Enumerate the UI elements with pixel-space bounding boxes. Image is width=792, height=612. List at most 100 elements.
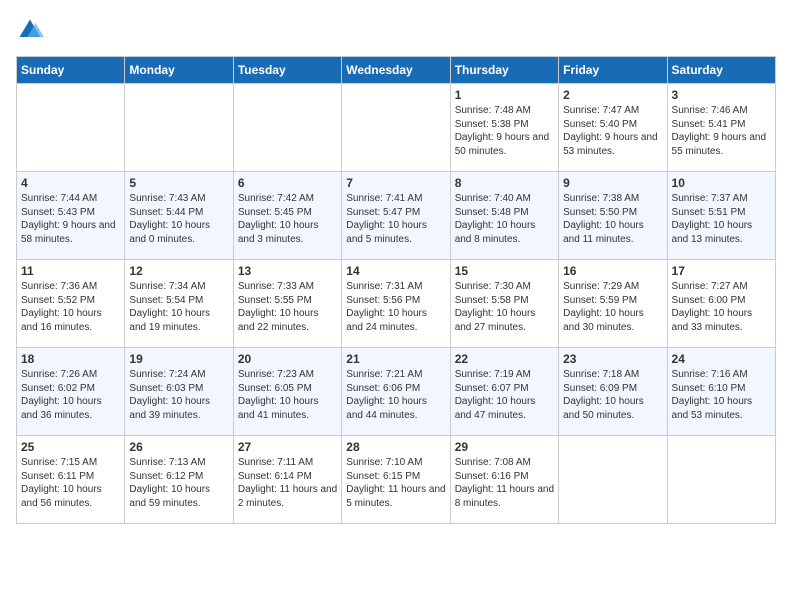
day-header: Tuesday — [233, 57, 341, 84]
calendar-week-row: 18 Sunrise: 7:26 AM Sunset: 6:02 PM Dayli… — [17, 348, 776, 436]
day-info: Sunrise: 7:23 AM Sunset: 6:05 PM Dayligh… — [238, 368, 337, 422]
day-info: Sunrise: 7:24 AM Sunset: 6:03 PM Dayligh… — [129, 368, 228, 422]
calendar-cell: 16 Sunrise: 7:29 AM Sunset: 5:59 PM Dayli… — [559, 260, 667, 348]
day-info: Sunrise: 7:48 AM Sunset: 5:38 PM Dayligh… — [455, 104, 554, 158]
day-number: 27 — [238, 440, 337, 454]
day-info: Sunrise: 7:43 AM Sunset: 5:44 PM Dayligh… — [129, 192, 228, 246]
day-number: 18 — [21, 352, 120, 366]
day-info: Sunrise: 7:36 AM Sunset: 5:52 PM Dayligh… — [21, 280, 120, 334]
calendar-cell: 20 Sunrise: 7:23 AM Sunset: 6:05 PM Dayli… — [233, 348, 341, 436]
day-number: 12 — [129, 264, 228, 278]
day-number: 16 — [563, 264, 662, 278]
calendar-cell: 10 Sunrise: 7:37 AM Sunset: 5:51 PM Dayli… — [667, 172, 775, 260]
calendar-cell — [667, 436, 775, 524]
calendar-cell — [17, 84, 125, 172]
day-number: 17 — [672, 264, 771, 278]
calendar-cell: 11 Sunrise: 7:36 AM Sunset: 5:52 PM Dayli… — [17, 260, 125, 348]
day-header: Wednesday — [342, 57, 450, 84]
day-number: 28 — [346, 440, 445, 454]
day-info: Sunrise: 7:37 AM Sunset: 5:51 PM Dayligh… — [672, 192, 771, 246]
day-number: 8 — [455, 176, 554, 190]
calendar-cell: 9Sunrise: 7:38 AM Sunset: 5:50 PM Daylig… — [559, 172, 667, 260]
day-info: Sunrise: 7:26 AM Sunset: 6:02 PM Dayligh… — [21, 368, 120, 422]
calendar-cell — [233, 84, 341, 172]
day-header: Saturday — [667, 57, 775, 84]
calendar-cell: 12 Sunrise: 7:34 AM Sunset: 5:54 PM Dayli… — [125, 260, 233, 348]
day-number: 14 — [346, 264, 445, 278]
calendar-cell: 13 Sunrise: 7:33 AM Sunset: 5:55 PM Dayli… — [233, 260, 341, 348]
calendar-cell: 23 Sunrise: 7:18 AM Sunset: 6:09 PM Dayli… — [559, 348, 667, 436]
day-info: Sunrise: 7:46 AM Sunset: 5:41 PM Dayligh… — [672, 104, 771, 158]
calendar-cell: 28 Sunrise: 7:10 AM Sunset: 6:15 PM Dayli… — [342, 436, 450, 524]
day-info: Sunrise: 7:16 AM Sunset: 6:10 PM Dayligh… — [672, 368, 771, 422]
calendar-week-row: 11 Sunrise: 7:36 AM Sunset: 5:52 PM Dayli… — [17, 260, 776, 348]
calendar-cell: 4 Sunrise: 7:44 AM Sunset: 5:43 PM Daylig… — [17, 172, 125, 260]
day-number: 10 — [672, 176, 771, 190]
day-info: Sunrise: 7:10 AM Sunset: 6:15 PM Dayligh… — [346, 456, 445, 510]
calendar-body: 1 Sunrise: 7:48 AM Sunset: 5:38 PM Daylig… — [17, 84, 776, 524]
day-info: Sunrise: 7:41 AM Sunset: 5:47 PM Dayligh… — [346, 192, 445, 246]
calendar-cell — [342, 84, 450, 172]
logo-icon — [16, 16, 44, 44]
day-info: Sunrise: 7:13 AM Sunset: 6:12 PM Dayligh… — [129, 456, 228, 510]
day-number: 6 — [238, 176, 337, 190]
day-info: Sunrise: 7:19 AM Sunset: 6:07 PM Dayligh… — [455, 368, 554, 422]
day-number: 20 — [238, 352, 337, 366]
day-number: 22 — [455, 352, 554, 366]
day-info: Sunrise: 7:34 AM Sunset: 5:54 PM Dayligh… — [129, 280, 228, 334]
day-info: Sunrise: 7:42 AM Sunset: 5:45 PM Dayligh… — [238, 192, 337, 246]
day-header: Thursday — [450, 57, 558, 84]
calendar-cell: 15 Sunrise: 7:30 AM Sunset: 5:58 PM Dayli… — [450, 260, 558, 348]
calendar-cell: 18 Sunrise: 7:26 AM Sunset: 6:02 PM Dayli… — [17, 348, 125, 436]
day-info: Sunrise: 7:40 AM Sunset: 5:48 PM Dayligh… — [455, 192, 554, 246]
calendar-week-row: 4 Sunrise: 7:44 AM Sunset: 5:43 PM Daylig… — [17, 172, 776, 260]
day-number: 13 — [238, 264, 337, 278]
calendar-cell: 24 Sunrise: 7:16 AM Sunset: 6:10 PM Dayli… — [667, 348, 775, 436]
day-info: Sunrise: 7:47 AM Sunset: 5:40 PM Dayligh… — [563, 104, 662, 158]
day-info: Sunrise: 7:30 AM Sunset: 5:58 PM Dayligh… — [455, 280, 554, 334]
calendar-cell: 22 Sunrise: 7:19 AM Sunset: 6:07 PM Dayli… — [450, 348, 558, 436]
day-header: Monday — [125, 57, 233, 84]
calendar-cell: 26 Sunrise: 7:13 AM Sunset: 6:12 PM Dayli… — [125, 436, 233, 524]
day-info: Sunrise: 7:08 AM Sunset: 6:16 PM Dayligh… — [455, 456, 554, 510]
day-info: Sunrise: 7:33 AM Sunset: 5:55 PM Dayligh… — [238, 280, 337, 334]
calendar-cell: 6 Sunrise: 7:42 AM Sunset: 5:45 PM Daylig… — [233, 172, 341, 260]
calendar-cell: 3Sunrise: 7:46 AM Sunset: 5:41 PM Daylig… — [667, 84, 775, 172]
calendar-cell: 21 Sunrise: 7:21 AM Sunset: 6:06 PM Dayli… — [342, 348, 450, 436]
day-info: Sunrise: 7:21 AM Sunset: 6:06 PM Dayligh… — [346, 368, 445, 422]
calendar-cell: 29Sunrise: 7:08 AM Sunset: 6:16 PM Dayli… — [450, 436, 558, 524]
day-number: 4 — [21, 176, 120, 190]
day-number: 24 — [672, 352, 771, 366]
calendar-cell: 25 Sunrise: 7:15 AM Sunset: 6:11 PM Dayli… — [17, 436, 125, 524]
calendar-cell: 19Sunrise: 7:24 AM Sunset: 6:03 PM Dayli… — [125, 348, 233, 436]
day-info: Sunrise: 7:15 AM Sunset: 6:11 PM Dayligh… — [21, 456, 120, 510]
day-info: Sunrise: 7:31 AM Sunset: 5:56 PM Dayligh… — [346, 280, 445, 334]
calendar-cell: 8 Sunrise: 7:40 AM Sunset: 5:48 PM Daylig… — [450, 172, 558, 260]
day-number: 15 — [455, 264, 554, 278]
calendar-week-row: 25 Sunrise: 7:15 AM Sunset: 6:11 PM Dayli… — [17, 436, 776, 524]
day-number: 5 — [129, 176, 228, 190]
calendar-cell: 5 Sunrise: 7:43 AM Sunset: 5:44 PM Daylig… — [125, 172, 233, 260]
logo — [16, 16, 48, 44]
day-info: Sunrise: 7:38 AM Sunset: 5:50 PM Dayligh… — [563, 192, 662, 246]
calendar-cell: 27 Sunrise: 7:11 AM Sunset: 6:14 PM Dayli… — [233, 436, 341, 524]
calendar-cell: 7Sunrise: 7:41 AM Sunset: 5:47 PM Daylig… — [342, 172, 450, 260]
day-info: Sunrise: 7:29 AM Sunset: 5:59 PM Dayligh… — [563, 280, 662, 334]
day-number: 2 — [563, 88, 662, 102]
day-number: 23 — [563, 352, 662, 366]
day-header: Friday — [559, 57, 667, 84]
calendar-cell: 1 Sunrise: 7:48 AM Sunset: 5:38 PM Daylig… — [450, 84, 558, 172]
day-info: Sunrise: 7:11 AM Sunset: 6:14 PM Dayligh… — [238, 456, 337, 510]
day-number: 21 — [346, 352, 445, 366]
day-info: Sunrise: 7:27 AM Sunset: 6:00 PM Dayligh… — [672, 280, 771, 334]
calendar-header-row: SundayMondayTuesdayWednesdayThursdayFrid… — [17, 57, 776, 84]
calendar-cell: 17 Sunrise: 7:27 AM Sunset: 6:00 PM Dayli… — [667, 260, 775, 348]
day-number: 26 — [129, 440, 228, 454]
day-info: Sunrise: 7:18 AM Sunset: 6:09 PM Dayligh… — [563, 368, 662, 422]
day-number: 1 — [455, 88, 554, 102]
day-number: 25 — [21, 440, 120, 454]
calendar-cell: 14 Sunrise: 7:31 AM Sunset: 5:56 PM Dayli… — [342, 260, 450, 348]
calendar-cell — [559, 436, 667, 524]
day-info: Sunrise: 7:44 AM Sunset: 5:43 PM Dayligh… — [21, 192, 120, 246]
day-number: 11 — [21, 264, 120, 278]
